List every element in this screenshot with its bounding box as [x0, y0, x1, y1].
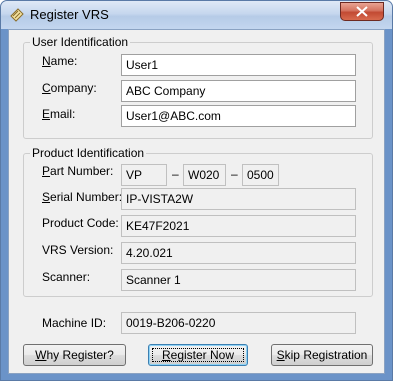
name-label: Name: [42, 54, 78, 68]
product-code-field[interactable]: KE47F2021 [121, 215, 356, 237]
why-register-button[interactable]: Why Register? [23, 344, 126, 366]
window-title: Register VRS [30, 7, 109, 22]
user-identification-legend: User Identification [30, 35, 131, 49]
skip-registration-button[interactable]: Skip Registration [271, 344, 373, 366]
close-icon [356, 6, 368, 17]
email-label: Email: [42, 107, 76, 121]
register-vrs-window: Register VRS User Identification Name: U… [0, 0, 393, 381]
title-bar[interactable]: Register VRS [1, 1, 392, 29]
part-number-segment-2[interactable]: W020 [183, 164, 226, 186]
close-button[interactable] [340, 2, 384, 21]
serial-number-field[interactable]: IP-VISTA2W [121, 188, 356, 210]
product-identification-legend: Product Identification [30, 146, 147, 160]
vrs-version-field[interactable]: 4.20.021 [121, 242, 356, 264]
machine-id-label: Machine ID: [42, 316, 107, 330]
vrs-version-label: VRS Version: [42, 243, 114, 257]
name-field[interactable]: User1 [121, 54, 356, 76]
scanner-label: Scanner: [42, 270, 91, 284]
product-code-label: Product Code: [42, 216, 119, 230]
part-number-segment-1[interactable]: VP [121, 164, 167, 186]
app-icon [9, 7, 25, 23]
part-number-label: Part Number: [42, 164, 114, 178]
company-field[interactable]: ABC Company [121, 80, 356, 102]
focus-rectangle [152, 348, 244, 362]
company-label: Company: [42, 81, 97, 95]
email-field[interactable]: User1@ABC.com [121, 105, 356, 127]
part-number-segment-3[interactable]: 0500 [242, 164, 279, 186]
dialog-client-area: User Identification Name: User1 Company:… [8, 29, 385, 374]
part-number-separator: – [172, 167, 179, 181]
scanner-field[interactable]: Scanner 1 [121, 269, 356, 291]
serial-number-label: Serial Number: [42, 190, 123, 204]
register-now-button[interactable]: Register Now [148, 344, 248, 366]
machine-id-field[interactable]: 0019-B206-0220 [121, 312, 356, 334]
part-number-separator: – [231, 167, 238, 181]
